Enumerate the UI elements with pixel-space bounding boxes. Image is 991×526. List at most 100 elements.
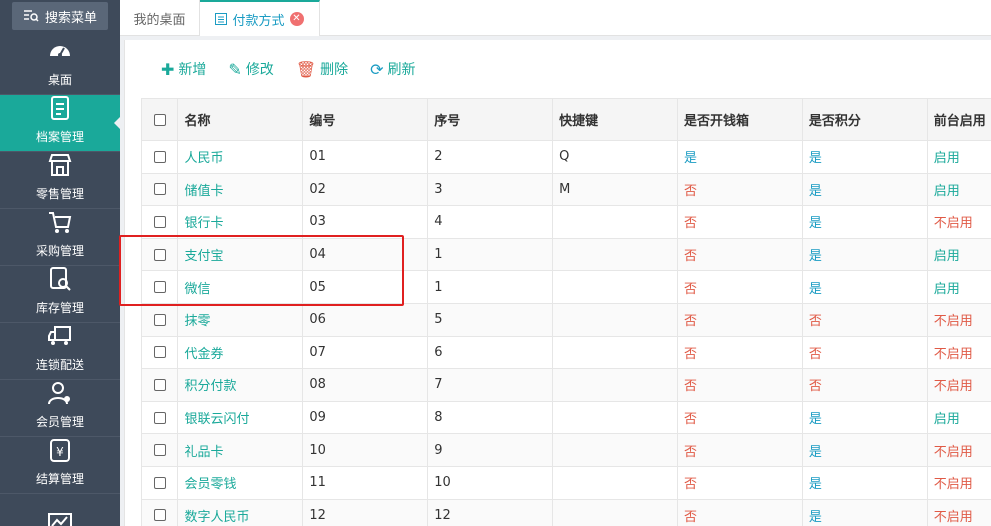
tab-payment-methods[interactable]: 付款方式 ✕ [200,0,320,36]
cell-cashbox: 否 [676,270,803,304]
row-select-cell[interactable] [141,498,179,526]
cell-name[interactable]: 储值卡 [177,172,304,207]
cell-name[interactable]: 礼品卡 [177,433,304,467]
header-cashbox[interactable]: 是否开钱箱 [676,98,803,141]
row-checkbox[interactable] [153,378,166,391]
cell-front: 不启用 [926,433,991,467]
cell-name[interactable]: 微信 [177,270,304,304]
row-checkbox[interactable] [153,248,166,261]
row-checkbox[interactable] [153,150,166,163]
cell-name[interactable]: 银行卡 [177,205,304,239]
cell-name[interactable]: 抹零 [177,302,304,337]
sidebar-item-7[interactable]: ¥ 结算管理 [0,437,120,494]
header-name[interactable]: 名称 [177,98,304,141]
close-icon[interactable]: ✕ [289,12,304,26]
table-row[interactable]: 数字人民币1212否是不启用不启 [141,498,991,526]
table-row[interactable]: 抹零065否否不启用不启 [141,302,991,337]
row-select-cell[interactable] [141,237,179,272]
table-row[interactable]: 代金券076否否不启用不启 [141,335,991,370]
table-row[interactable]: 微信051否是启用不启 [141,270,991,304]
sidebar-item-2[interactable]: 零售管理 [0,152,120,209]
cell-name[interactable]: 代金券 [177,335,304,370]
header-seq[interactable]: 序号 [427,98,554,141]
sidebar-item-5[interactable]: 连锁配送 [0,323,120,380]
row-checkbox[interactable] [153,215,166,228]
select-all-checkbox[interactable] [153,113,166,126]
row-select-cell[interactable] [141,270,179,304]
header-points[interactable]: 是否积分 [801,98,928,141]
sidebar-item-3[interactable]: 采购管理 [0,209,120,266]
row-select-cell[interactable] [141,433,179,467]
refresh-label: 刷新 [387,62,416,78]
cell-front: 不启用 [926,302,991,337]
header-code[interactable]: 编号 [302,98,429,141]
cell-seq: 1 [427,237,554,272]
row-checkbox[interactable] [153,411,166,424]
table-row[interactable]: 储值卡023M否是启用不启 [141,172,991,207]
row-select-cell[interactable] [141,172,179,207]
cell-name[interactable]: 支付宝 [177,237,304,272]
table-row[interactable]: 会员零钱1110否是不启用不启 [141,465,991,500]
header-front-enabled[interactable]: 前台启用 [926,98,991,141]
row-checkbox[interactable] [153,476,166,489]
add-label: 新增 [178,62,207,78]
header-shortcut[interactable]: 快捷键 [552,98,678,141]
cell-name[interactable]: 数字人民币 [177,498,304,526]
cell-cashbox: 否 [676,237,803,272]
cell-front: 启用 [926,172,991,207]
row-select-cell[interactable] [141,400,179,435]
cell-seq: 5 [427,302,554,337]
row-checkbox[interactable] [153,183,166,196]
cell-code: 04 [302,237,429,272]
dashboard-icon [47,38,73,71]
row-select-cell[interactable] [141,368,179,402]
row-checkbox[interactable] [153,444,166,457]
search-menu-button[interactable]: 搜索菜单 [12,2,108,30]
row-select-cell[interactable] [141,465,179,500]
cell-seq: 4 [427,205,554,239]
edit-button[interactable]: ✎ 修改 [228,59,273,79]
sidebar-item-8[interactable] [0,494,120,526]
cell-front: 启用 [926,400,991,435]
cell-name[interactable]: 会员零钱 [177,465,304,500]
sidebar-item-label: 结算管理 [35,472,84,486]
row-select-cell[interactable] [141,302,179,337]
table-row[interactable]: 礼品卡109否是不启用不启 [141,433,991,467]
row-checkbox[interactable] [153,281,166,294]
table-row[interactable]: 支付宝041否是启用不启 [141,237,991,272]
cell-front: 不启用 [926,335,991,370]
cell-seq: 12 [427,498,554,526]
sidebar-item-4[interactable]: 库存管理 [0,266,120,323]
row-checkbox[interactable] [153,313,166,326]
tab-home[interactable]: 我的桌面 [120,0,200,36]
cell-points: 是 [801,400,928,435]
sidebar-item-6[interactable]: 会员管理 [0,380,120,437]
row-checkbox[interactable] [153,509,166,522]
table-row[interactable]: 人民币012Q是是启用启用 [141,140,991,174]
cell-code: 05 [302,270,429,304]
row-select-cell[interactable] [141,205,179,239]
select-all-cell[interactable] [141,98,179,141]
sidebar-item-0[interactable]: 桌面 [0,38,120,95]
cell-name[interactable]: 银联云闪付 [177,400,304,435]
archive-icon [47,95,73,128]
table-row[interactable]: 银行卡034否是不启用不启 [141,205,991,239]
row-select-cell[interactable] [141,140,179,174]
cell-cashbox: 否 [676,368,803,402]
cell-seq: 7 [427,368,554,402]
delete-button[interactable]: 🗑 删除 [296,59,348,79]
cell-name[interactable]: 人民币 [177,140,304,174]
cell-key [552,270,678,304]
sidebar-item-1[interactable]: 档案管理 [0,95,120,152]
tab-bar: 我的桌面 付款方式 ✕ [120,0,991,36]
add-button[interactable]: ✚ 新增 [161,59,206,79]
row-select-cell[interactable] [141,335,179,370]
sidebar-item-label: 桌面 [47,73,72,87]
table-row[interactable]: 银联云闪付098否是启用不启 [141,400,991,435]
cell-name[interactable]: 积分付款 [177,368,304,402]
table-row[interactable]: 积分付款087否否不启用不启 [141,368,991,402]
cell-key [552,237,678,272]
row-checkbox[interactable] [153,346,166,359]
refresh-button[interactable]: ⟳ 刷新 [370,59,415,79]
cell-code: 11 [302,465,429,500]
